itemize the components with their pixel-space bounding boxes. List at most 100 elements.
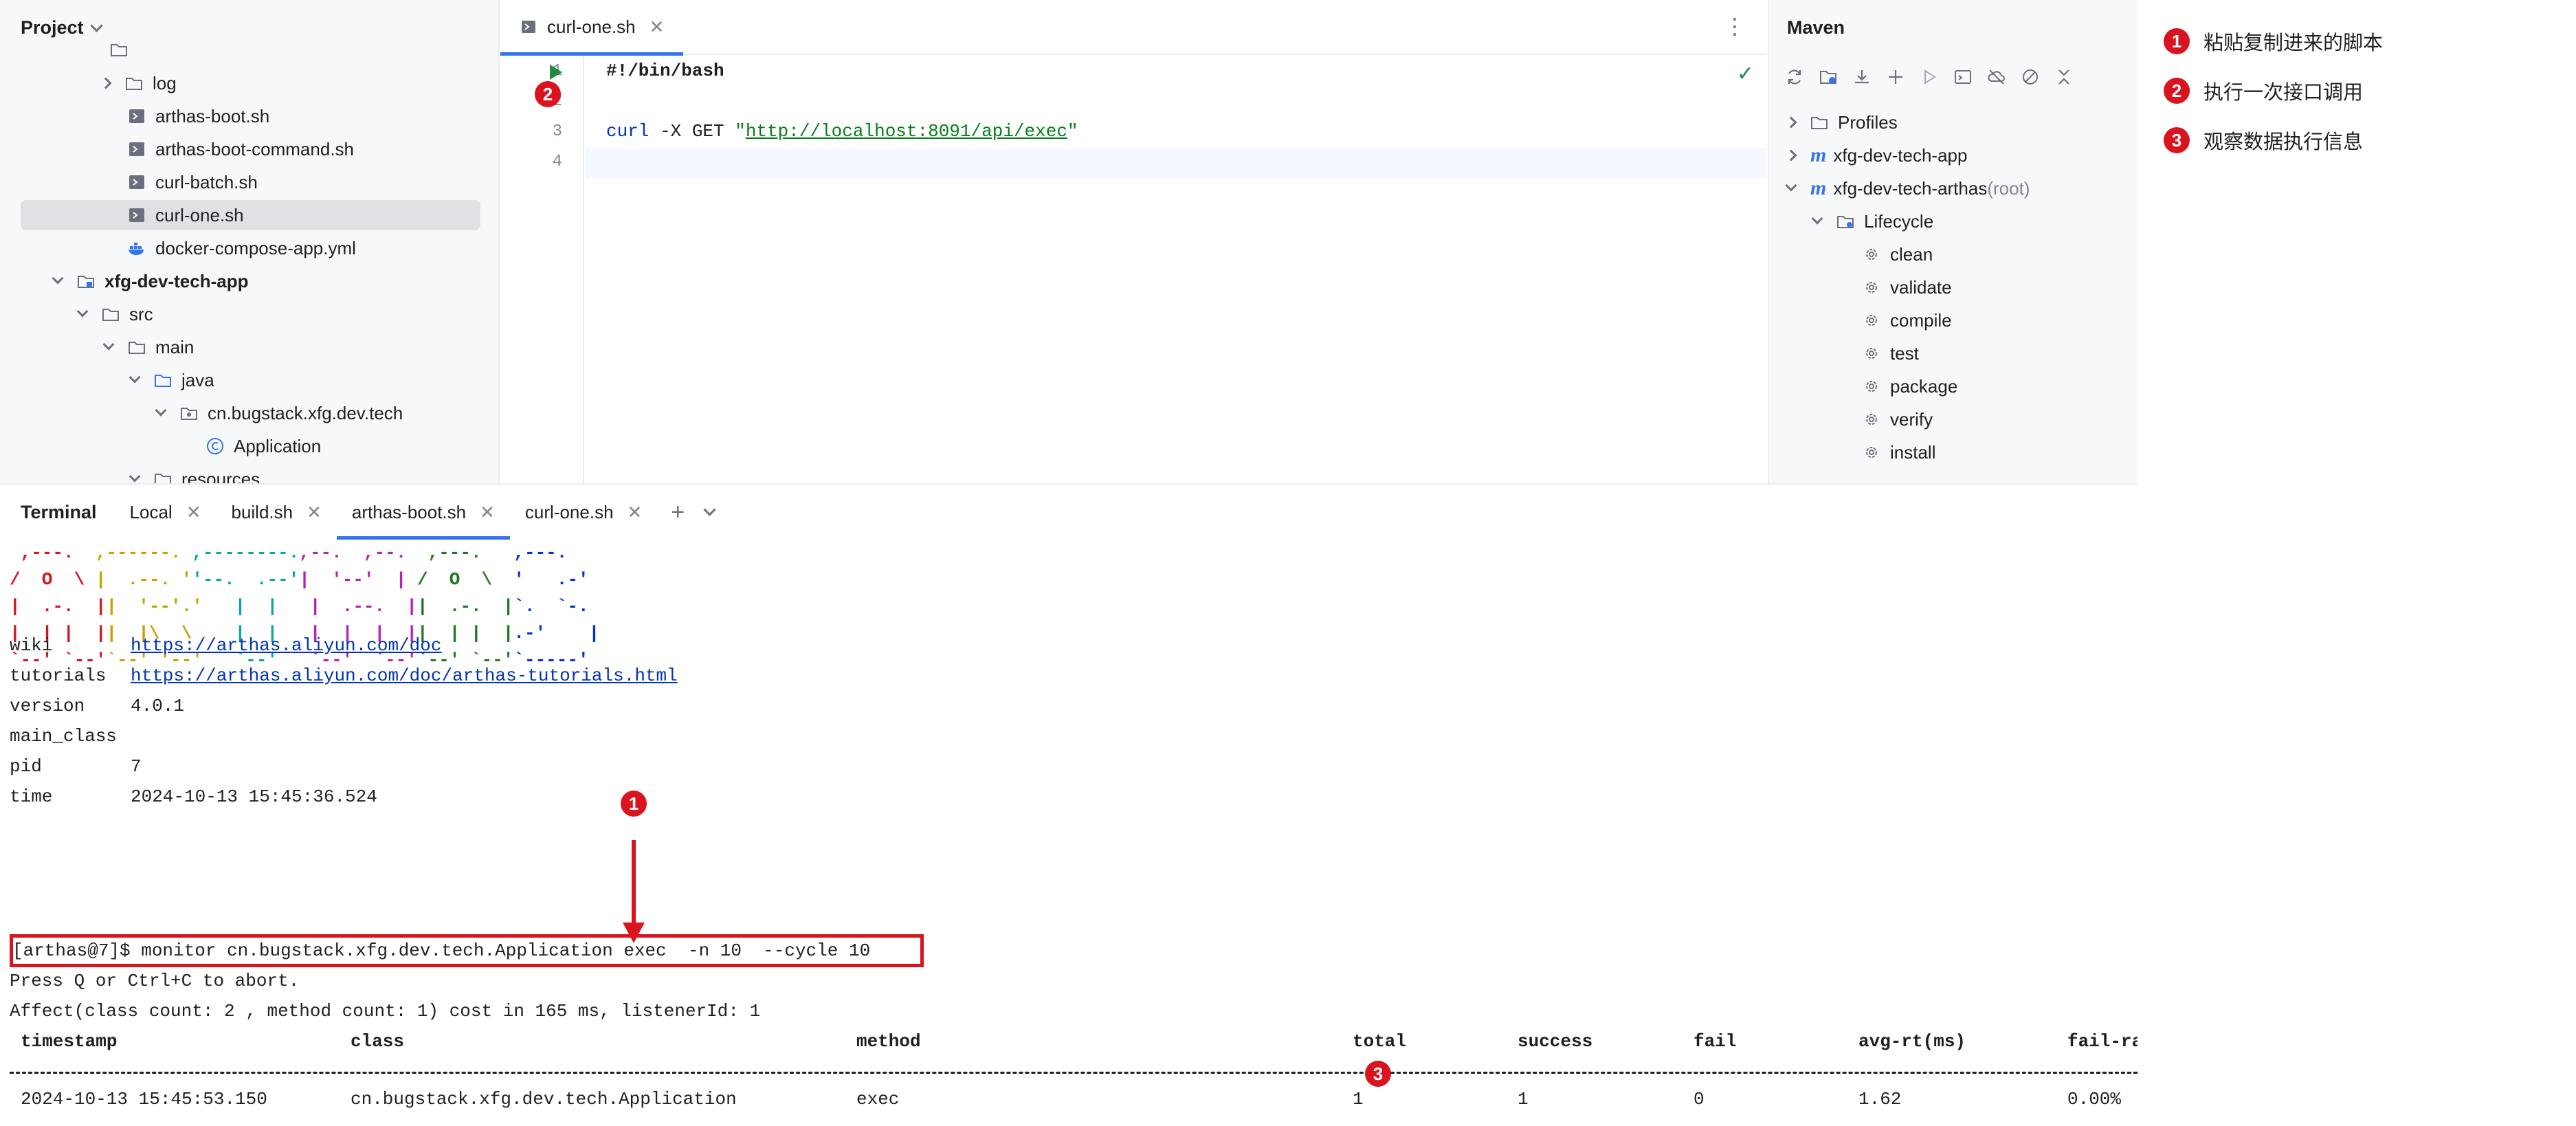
annotation-badge-3: 3 xyxy=(1365,1061,1391,1087)
gear-icon xyxy=(1863,313,1880,328)
maven-item-xfg-dev-tech-arthas[interactable]: m xfg-dev-tech-arthas (root) xyxy=(1769,172,2138,205)
chevron-down-icon[interactable] xyxy=(76,305,89,318)
tree-item-main[interactable]: main xyxy=(0,331,498,364)
maven-goal-package[interactable]: package xyxy=(1769,370,2138,403)
chevron-down-icon[interactable] xyxy=(703,503,716,516)
tree-item-curl-one-sh[interactable]: curl-one.sh xyxy=(0,199,498,232)
tree-item-arthas-boot-command-sh[interactable]: arthas-boot-command.sh xyxy=(0,133,498,166)
legend-badge: 3 xyxy=(2164,127,2190,153)
plus-icon[interactable] xyxy=(1885,67,1906,87)
maven-item-lifecycle[interactable]: Lifecycle xyxy=(1769,205,2138,238)
folder-icon xyxy=(102,307,120,322)
info-main-class: main_class xyxy=(10,721,131,751)
tree-item-label: xfg-dev-tech-app xyxy=(104,270,249,291)
chevron-down-icon[interactable] xyxy=(129,371,141,384)
wiki-link[interactable]: https://arthas.aliyun.com/doc xyxy=(131,635,441,656)
reload-icon[interactable] xyxy=(1784,67,1805,87)
more-vertical-icon[interactable]: ⋮ xyxy=(1724,15,1746,37)
chevron-down-icon[interactable] xyxy=(1785,179,1797,192)
close-icon[interactable]: ✕ xyxy=(480,502,495,523)
skip-tests-icon[interactable] xyxy=(2020,67,2041,87)
execute-goal-icon[interactable] xyxy=(1953,67,1973,87)
tree-item-curl-batch-sh[interactable]: curl-batch.sh xyxy=(0,166,498,199)
chevron-right-icon[interactable] xyxy=(100,77,112,89)
add-folder-icon[interactable] xyxy=(1818,67,1839,87)
legend-item-3: 3 观察数据执行信息 xyxy=(2164,125,2363,155)
run-icon[interactable] xyxy=(1919,67,1940,87)
maven-goal-test[interactable]: test xyxy=(1769,337,2138,370)
tree-item-resources[interactable]: resources xyxy=(0,463,498,484)
close-icon[interactable]: ✕ xyxy=(307,502,322,523)
tree-item-label: resources xyxy=(181,468,260,484)
collapse-icon[interactable] xyxy=(2054,67,2074,87)
maven-panel-header: Maven xyxy=(1769,0,2138,55)
tree-item-xfg-dev-tech-app[interactable]: xfg-dev-tech-app xyxy=(0,265,498,298)
shell-script-icon xyxy=(128,142,146,157)
maven-goal-validate[interactable]: validate xyxy=(1769,271,2138,304)
tree-item-application[interactable]: Application xyxy=(0,430,498,463)
gear-icon xyxy=(1863,280,1880,295)
maven-item-xfg-dev-tech-app[interactable]: m xfg-dev-tech-app xyxy=(1769,139,2138,172)
folder-icon xyxy=(128,340,146,355)
run-gutter-icon[interactable] xyxy=(550,65,562,80)
annotation-badge-1: 1 xyxy=(621,791,647,817)
terminal-tab-local[interactable]: Local ✕ xyxy=(115,485,216,540)
tree-item-label: docker-compose-app.yml xyxy=(155,237,356,258)
gear-icon xyxy=(1863,247,1880,262)
maven-item-profiles[interactable]: Profiles xyxy=(1769,106,2138,139)
chevron-right-icon[interactable] xyxy=(1785,116,1797,129)
maven-title: Maven xyxy=(1787,16,1845,38)
resources-folder-icon xyxy=(154,472,172,483)
tree-item-java[interactable]: java xyxy=(0,364,498,397)
tree-item-label: arthas-boot-command.sh xyxy=(155,138,355,159)
tree-item-log[interactable]: log xyxy=(0,67,498,100)
code-line-1: #!/bin/bash xyxy=(606,60,724,81)
close-icon[interactable]: ✕ xyxy=(628,502,643,523)
terminal-title: Terminal xyxy=(21,501,97,522)
gear-icon xyxy=(1863,346,1880,361)
tree-item-package[interactable]: cn.bugstack.xfg.dev.tech xyxy=(0,397,498,430)
offline-icon[interactable] xyxy=(1986,67,2007,87)
info-value: 2024-10-13 15:45:36.524 xyxy=(131,786,377,807)
abort-message: Press Q or Ctrl+C to abort. xyxy=(10,971,300,991)
code-url[interactable]: http://localhost:8091/api/exec xyxy=(746,121,1067,142)
download-icon[interactable] xyxy=(1852,67,1872,87)
tree-item-label: curl-batch.sh xyxy=(155,171,258,192)
chevron-right-icon[interactable] xyxy=(1785,149,1797,162)
tree-item-src[interactable]: src xyxy=(0,298,498,331)
chevron-down-icon[interactable] xyxy=(129,470,141,483)
maven-goal-label: verify xyxy=(1890,408,1933,430)
maven-item-label: Profiles xyxy=(1838,111,1898,133)
maven-goal-verify[interactable]: verify xyxy=(1769,403,2138,436)
terminal-tab-label: arthas-boot.sh xyxy=(351,501,467,522)
chevron-down-icon[interactable] xyxy=(89,19,103,32)
chevron-down-icon[interactable] xyxy=(1811,212,1823,225)
close-icon[interactable]: ✕ xyxy=(649,16,665,38)
package-icon xyxy=(180,406,198,421)
chevron-down-icon[interactable] xyxy=(155,404,167,417)
module-folder-icon xyxy=(77,274,95,289)
maven-goal-install[interactable]: install xyxy=(1769,436,2138,469)
maven-goal-compile[interactable]: compile xyxy=(1769,304,2138,337)
maven-goal-clean[interactable]: clean xyxy=(1769,238,2138,271)
info-key: version xyxy=(10,696,85,716)
info-key: tutorials xyxy=(10,665,107,686)
terminal-output[interactable]: ,---. ,------. ,--------.,--. ,--. ,---.… xyxy=(10,540,2138,1126)
legend-item-2: 2 执行一次接口调用 xyxy=(2164,76,2363,106)
tree-item-arthas-boot-sh[interactable]: arthas-boot.sh xyxy=(0,100,498,133)
close-icon[interactable]: ✕ xyxy=(186,502,201,523)
tree-item-docker-compose-app-yml[interactable]: docker-compose-app.yml xyxy=(0,232,498,265)
editor-tab-strip: curl-one.sh ✕ ⋮ xyxy=(500,0,1766,56)
new-tab-plus-icon[interactable]: + xyxy=(671,499,685,526)
inspection-ok-icon[interactable]: ✓ xyxy=(1737,62,1754,86)
tutorials-link[interactable]: https://arthas.aliyun.com/doc/arthas-tut… xyxy=(131,665,678,686)
code-editor[interactable]: #!/bin/bash curl -X GET "http://localhos… xyxy=(586,56,1766,483)
terminal-tab-build-sh[interactable]: build.sh ✕ xyxy=(216,485,336,540)
editor-tab-curl-one-sh[interactable]: curl-one.sh ✕ xyxy=(500,0,684,56)
table-header-method: method xyxy=(856,1031,921,1052)
table-cell-class: cn.bugstack.xfg.dev.tech.Application xyxy=(351,1089,737,1110)
chevron-down-icon[interactable] xyxy=(102,338,115,351)
terminal-tab-curl-one-sh[interactable]: curl-one.sh ✕ xyxy=(510,485,657,540)
terminal-tab-arthas-boot-sh[interactable]: arthas-boot.sh ✕ xyxy=(336,485,510,540)
chevron-down-icon[interactable] xyxy=(52,272,64,285)
